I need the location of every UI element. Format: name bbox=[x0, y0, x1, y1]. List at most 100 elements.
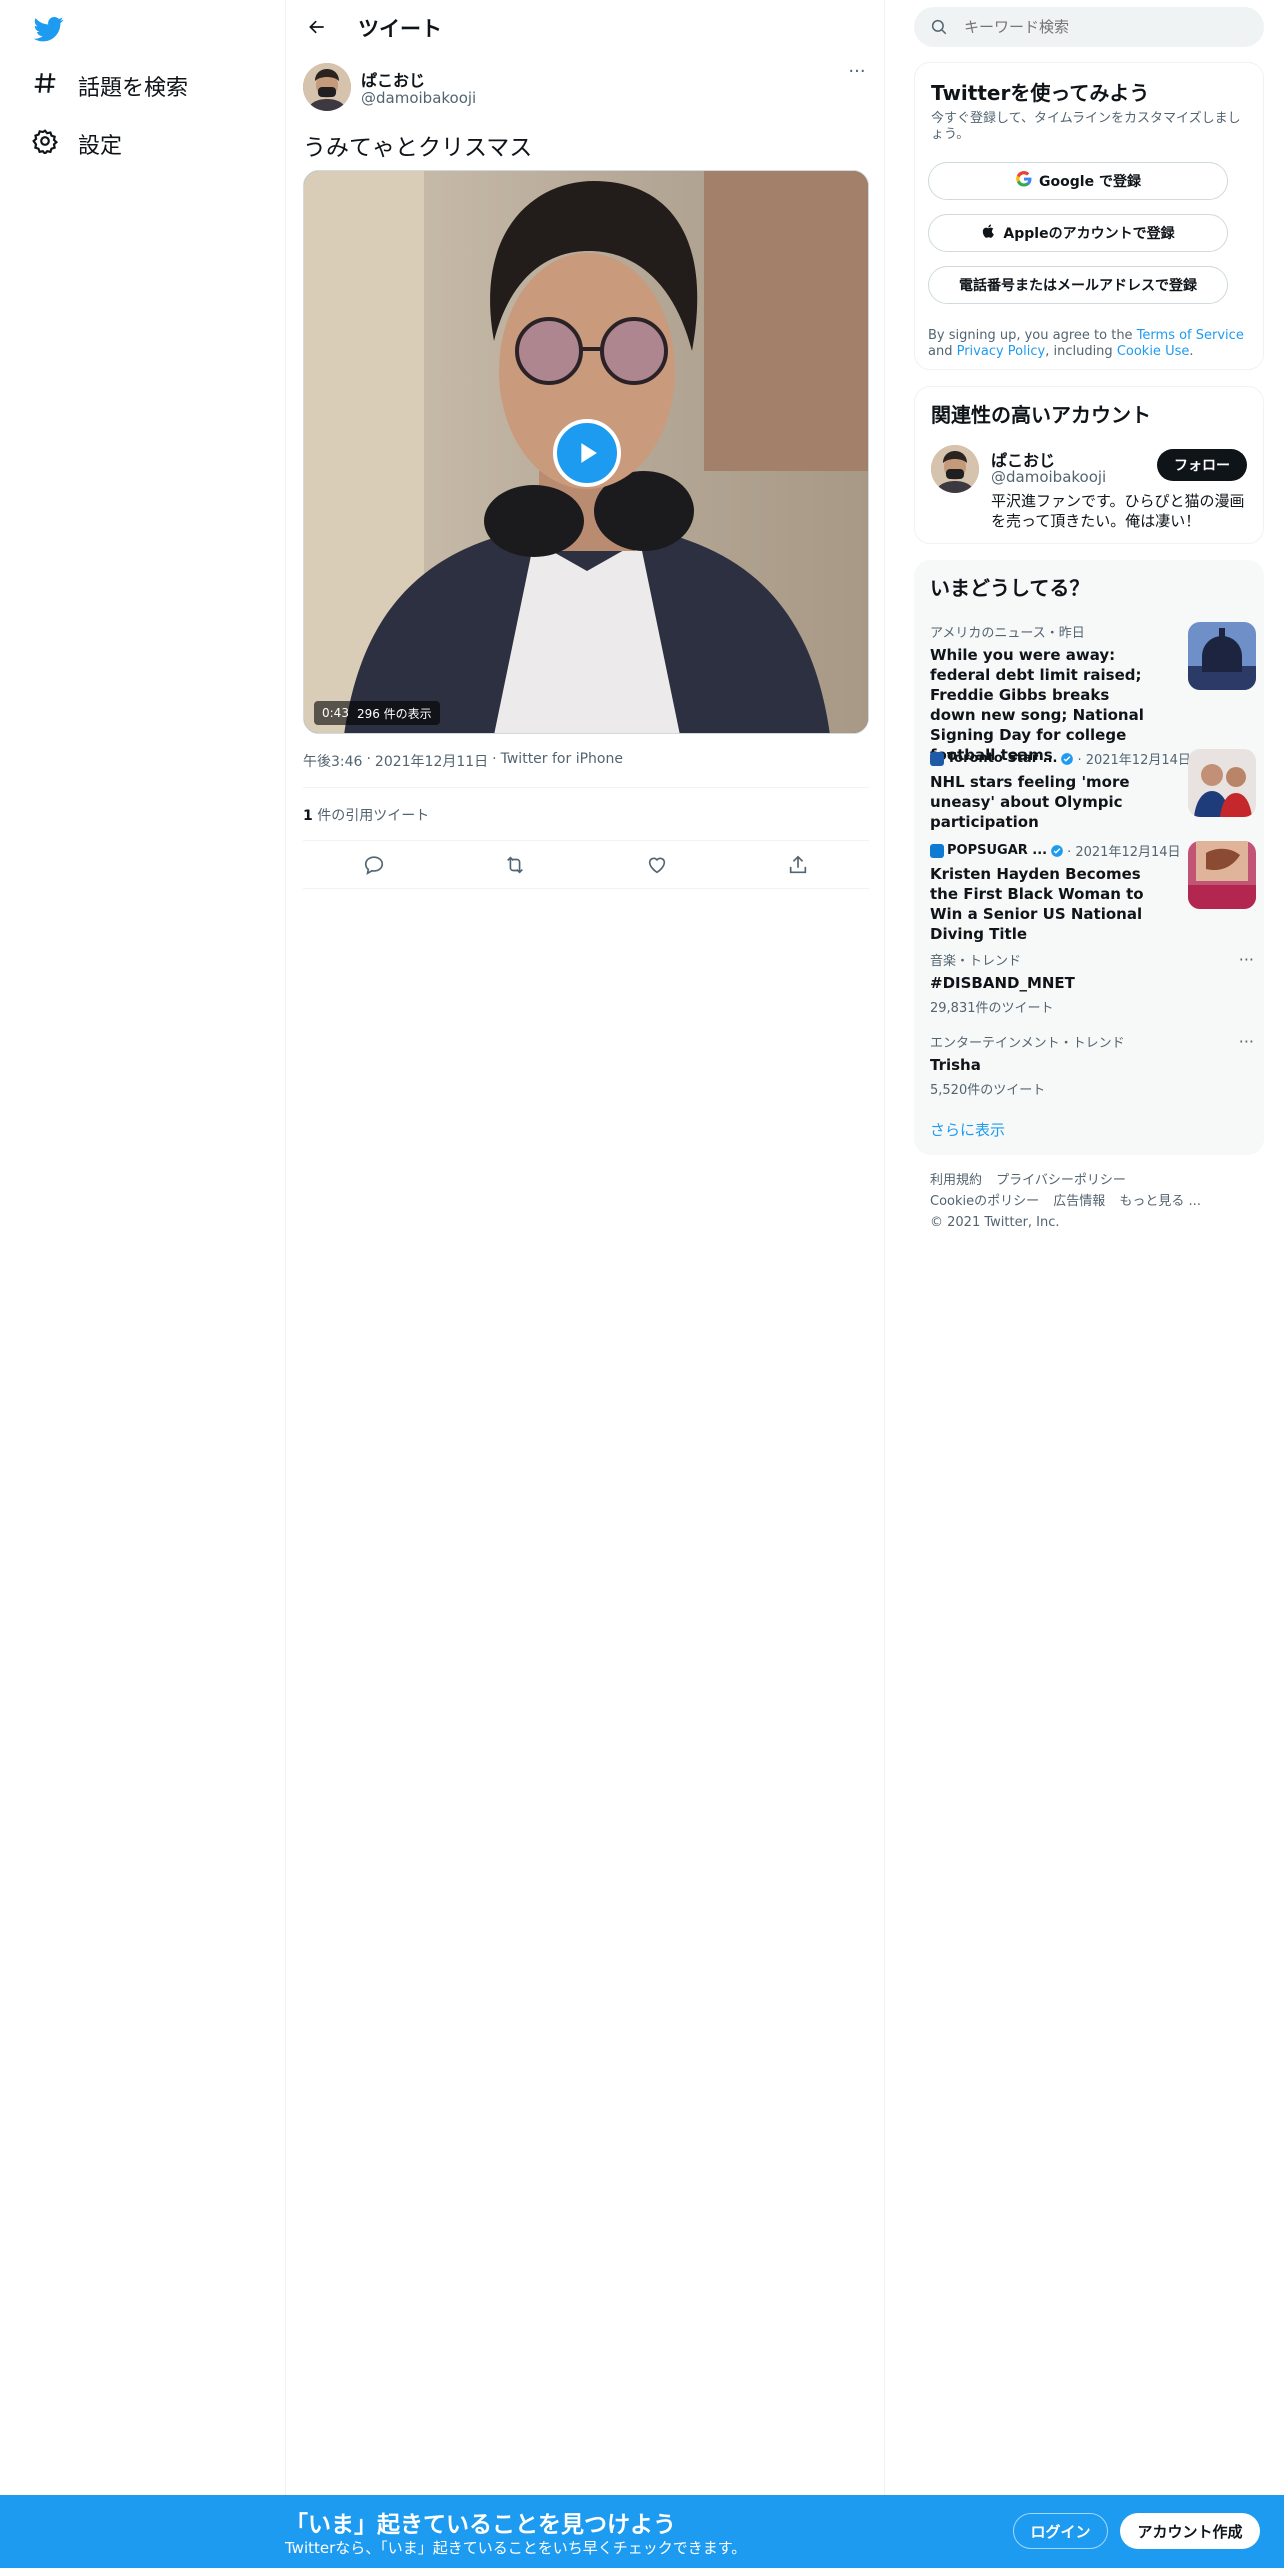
trend-count: 29,831件のツイート bbox=[930, 1001, 1054, 1016]
footer-copyright: © 2021 Twitter, Inc. bbox=[930, 1215, 1060, 1230]
terms-of-service-link[interactable]: Terms of Service bbox=[1137, 328, 1244, 343]
footer-more-link[interactable]: もっと見る ... bbox=[1119, 1194, 1201, 1209]
like-icon[interactable] bbox=[640, 848, 674, 882]
login-button[interactable]: ログイン bbox=[1013, 2513, 1108, 2549]
trend-title: Kristen Hayden Becomes the First Black W… bbox=[930, 865, 1144, 943]
signup-terms: By signing up, you agree to the Terms of… bbox=[928, 328, 1254, 360]
quote-label: 件の引用ツイート bbox=[317, 808, 430, 824]
trend-count: 5,520件のツイート bbox=[930, 1083, 1046, 1098]
play-button[interactable] bbox=[553, 419, 621, 487]
footer-links: 利用規約 プライバシーポリシー Cookieのポリシー 広告情報 もっと見る .… bbox=[930, 1170, 1260, 1233]
trend-item[interactable]: アメリカのニュース・昨日 While you were away: federa… bbox=[930, 622, 1256, 765]
trend-item[interactable]: 音楽・トレンド #DISBAND_MNET 29,831件のツイート ··· bbox=[930, 950, 1254, 1016]
banner-title: 「いま」起きていることを見つけよう bbox=[285, 2512, 676, 2538]
follow-button[interactable]: フォロー bbox=[1157, 449, 1247, 481]
trend-title: While you were away: federal debt limit … bbox=[930, 646, 1144, 764]
show-more-link[interactable]: さらに表示 bbox=[930, 1119, 1005, 1140]
trend-context: 音楽・トレンド bbox=[930, 954, 1022, 969]
create-account-button[interactable]: アカウント作成 bbox=[1120, 2513, 1260, 2549]
more-options-icon[interactable]: ··· bbox=[1239, 1032, 1254, 1051]
tweet-time[interactable]: 午後3:46 bbox=[303, 751, 362, 771]
privacy-policy-link[interactable]: Privacy Policy bbox=[957, 344, 1046, 359]
left-navigation: 話題を検索 設定 bbox=[0, 0, 285, 2568]
trend-date: · 2021年12月14日 bbox=[1067, 845, 1181, 860]
search-input[interactable] bbox=[964, 15, 1244, 39]
trend-context: エンターテインメント・トレンド bbox=[930, 1036, 1125, 1051]
trend-title: Trisha bbox=[930, 1056, 981, 1074]
signup-card: Twitterを使ってみよう 今すぐ登録して、タイムラインをカスタマイズしましょ… bbox=[914, 62, 1264, 370]
apple-signup-button[interactable]: Appleのアカウントで登録 bbox=[928, 214, 1228, 252]
footer-terms-link[interactable]: 利用規約 bbox=[930, 1173, 982, 1188]
nav-settings[interactable]: 設定 bbox=[32, 128, 122, 160]
trend-item[interactable]: エンターテインメント・トレンド Trisha 5,520件のツイート ··· bbox=[930, 1032, 1254, 1098]
avatar[interactable] bbox=[931, 445, 979, 493]
trend-item[interactable]: POPSUGAR ... · 2021年12月14日 Kristen Hayde… bbox=[930, 841, 1256, 944]
signup-title: Twitterを使ってみよう bbox=[931, 81, 1150, 105]
main-column: ツイート ぱこおじ @damoibakooji ··· うみてゃとクリスマス 0… bbox=[285, 0, 885, 2568]
cookie-use-link[interactable]: Cookie Use bbox=[1117, 344, 1190, 359]
twitter-bird-icon[interactable] bbox=[32, 14, 66, 44]
footer-cookie-link[interactable]: Cookieのポリシー bbox=[930, 1194, 1039, 1209]
avatar[interactable] bbox=[303, 63, 351, 111]
verified-badge-icon bbox=[1060, 752, 1074, 766]
verified-badge-icon bbox=[1050, 844, 1064, 858]
page-title: ツイート bbox=[358, 17, 442, 41]
nav-explore-label: 話題を検索 bbox=[78, 76, 189, 101]
tweet-meta: 午後3:46 · 2021年12月11日 · Twitter for iPhon… bbox=[303, 751, 623, 771]
author-handle[interactable]: @damoibakooji bbox=[361, 89, 476, 107]
terms-text: By signing up, you agree to the bbox=[928, 328, 1137, 343]
popsugar-icon bbox=[930, 843, 944, 858]
trend-title: #DISBAND_MNET bbox=[930, 974, 1075, 992]
trends-card: いまどうしてる？ アメリカのニュース・昨日 While you were awa… bbox=[914, 560, 1264, 1155]
search-bar[interactable] bbox=[914, 7, 1264, 47]
terms-text: . bbox=[1189, 344, 1194, 359]
meta-separator: · bbox=[492, 751, 497, 767]
apple-signup-label: Appleのアカウントで登録 bbox=[1003, 226, 1175, 242]
retweet-icon[interactable] bbox=[498, 848, 532, 882]
tweet-source[interactable]: Twitter for iPhone bbox=[501, 751, 623, 771]
quote-tweets-link[interactable]: 1 件の引用ツイート bbox=[303, 805, 429, 825]
footer-ads-link[interactable]: 広告情報 bbox=[1053, 1194, 1105, 1209]
tweet-date[interactable]: 2021年12月11日 bbox=[375, 751, 488, 771]
reply-icon[interactable] bbox=[357, 848, 391, 882]
meta-separator: · bbox=[366, 751, 371, 767]
tweet-video[interactable]: 0:43 296 件の表示 bbox=[303, 170, 869, 734]
trend-source: POPSUGAR ... bbox=[947, 843, 1048, 858]
page-header: ツイート bbox=[286, 0, 886, 54]
author-name[interactable]: ぱこおじ bbox=[361, 67, 425, 91]
bottom-signup-banner: 「いま」起きていることを見つけよう Twitterなら、「いま」起きていることを… bbox=[0, 2495, 1284, 2568]
divider bbox=[303, 840, 869, 841]
banner-subtitle: Twitterなら、「いま」起きていることをいち早くチェックできます。 bbox=[285, 2539, 747, 2557]
trend-item[interactable]: Toronto Star ... · 2021年12月14日 NHL stars… bbox=[930, 749, 1256, 832]
nav-explore[interactable]: 話題を検索 bbox=[32, 70, 188, 102]
related-handle[interactable]: @damoibakooji bbox=[991, 468, 1106, 486]
play-icon bbox=[581, 443, 597, 463]
trend-thumbnail bbox=[1188, 841, 1256, 909]
back-arrow-icon[interactable] bbox=[300, 12, 334, 42]
google-icon bbox=[1015, 170, 1033, 192]
signup-subtitle: 今すぐ登録して、タイムラインをカスタマイズしましょう。 bbox=[931, 111, 1241, 142]
apple-icon bbox=[981, 223, 997, 243]
google-signup-label: Google で登録 bbox=[1039, 174, 1141, 190]
divider bbox=[303, 888, 869, 889]
trends-title: いまどうしてる？ bbox=[930, 576, 1090, 600]
nav-settings-label: 設定 bbox=[78, 134, 123, 159]
trend-thumbnail bbox=[1188, 622, 1256, 690]
more-options-icon[interactable]: ··· bbox=[845, 63, 869, 85]
video-duration: 0:43 bbox=[322, 706, 349, 720]
related-bio: 平沢進ファンです。ひらぴと猫の漫画を売って頂きたい。俺は凄い！ bbox=[991, 492, 1245, 530]
related-title: 関連性の高いアカウント bbox=[931, 403, 1151, 427]
trend-date: · 2021年12月14日 bbox=[1077, 753, 1191, 768]
phone-email-signup-button[interactable]: 電話番号またはメールアドレスで登録 bbox=[928, 266, 1228, 304]
terms-text: , including bbox=[1045, 344, 1117, 359]
video-info-badge: 0:43 296 件の表示 bbox=[314, 701, 440, 725]
trend-title: NHL stars feeling 'more uneasy' about Ol… bbox=[930, 773, 1130, 831]
hashtag-icon bbox=[32, 70, 58, 102]
footer-privacy-link[interactable]: プライバシーポリシー bbox=[996, 1173, 1126, 1188]
more-options-icon[interactable]: ··· bbox=[1239, 950, 1254, 969]
share-icon[interactable] bbox=[781, 848, 815, 882]
trend-source: Toronto Star ... bbox=[947, 751, 1058, 766]
phone-email-signup-label: 電話番号またはメールアドレスで登録 bbox=[959, 278, 1197, 294]
video-views: 296 件の表示 bbox=[356, 706, 432, 721]
google-signup-button[interactable]: Google で登録 bbox=[928, 162, 1228, 200]
